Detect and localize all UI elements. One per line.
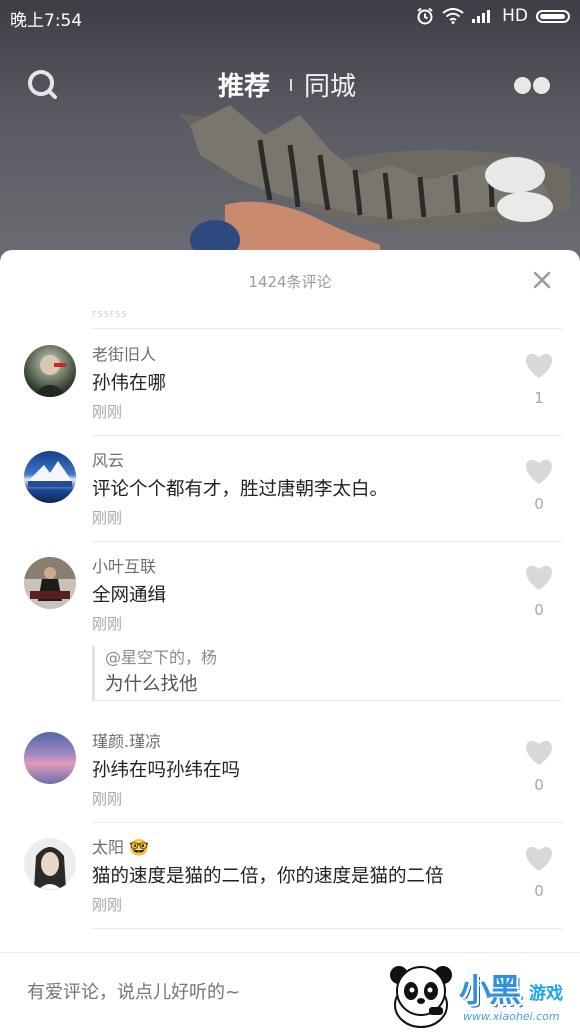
wifi-icon: [442, 8, 464, 24]
watermark-url: www.xiaohei.com: [463, 1010, 560, 1023]
watermark-brand: 小黑: [459, 971, 521, 1009]
like-button[interactable]: 0: [522, 563, 556, 619]
status-time: 晚上7:54: [10, 11, 83, 31]
like-button[interactable]: 0: [522, 844, 556, 900]
like-count: 0: [534, 776, 544, 794]
comments-header: 1424条评论: [0, 250, 580, 308]
like-count: 0: [534, 882, 544, 900]
comment-list[interactable]: F55F55 老街旧人 孙伟在哪 刚刚 1 风云 评论个个都有才，胜过唐朝李太白…: [0, 310, 580, 929]
comment-time: 刚刚: [92, 615, 123, 633]
comment-text: 猫的速度是猫的二倍，你的速度是猫的二倍: [92, 866, 444, 887]
battery-icon: [536, 9, 570, 23]
like-button[interactable]: 0: [522, 457, 556, 513]
panda-icon: [390, 966, 452, 1028]
nerd-face-emoji: 🤓: [129, 838, 150, 857]
like-button[interactable]: 1: [522, 351, 556, 407]
comment-time: 刚刚: [92, 509, 123, 527]
comment-input-bar: 小黑 游戏 www.xiaohei.com: [0, 952, 580, 1032]
comment-item[interactable]: 小叶互联 全网通缉 刚刚 0 @星空下的，杨 为什么找他: [0, 541, 580, 701]
comment-item[interactable]: 太阳 🤓 猫的速度是猫的二倍，你的速度是猫的二倍 刚刚 0: [0, 822, 580, 929]
reply-username[interactable]: @星空下的，杨: [105, 646, 563, 670]
comment-username-text[interactable]: 太阳: [92, 838, 124, 857]
comment-username[interactable]: 老街旧人: [92, 329, 480, 365]
like-button[interactable]: 0: [522, 738, 556, 794]
comment-time: 刚刚: [92, 790, 123, 808]
heart-icon: [525, 353, 553, 378]
cat-video-frame: [178, 105, 570, 265]
like-count: 1: [534, 389, 544, 407]
watermark-sub: 游戏: [529, 984, 563, 1004]
divider: [92, 700, 563, 701]
close-icon[interactable]: [532, 270, 552, 290]
search-icon[interactable]: [27, 69, 57, 99]
tab-separator: [290, 78, 293, 91]
heart-icon: [525, 846, 553, 871]
like-count: 0: [534, 601, 544, 619]
comment-time: 刚刚: [92, 896, 123, 914]
comment-text: 孙纬在吗孙纬在吗: [92, 760, 241, 781]
heart-icon: [525, 565, 553, 590]
alarm-icon: [417, 7, 433, 25]
comment-text: 评论个个都有才，胜过唐朝李太白。: [92, 479, 389, 500]
tab-local[interactable]: 同城: [304, 66, 356, 103]
tab-recommend[interactable]: 推荐: [218, 66, 270, 103]
previous-comment-tail: F55F55: [92, 310, 563, 329]
divider: [92, 928, 563, 929]
watermark-logo: 小黑 游戏 www.xiaohei.com: [385, 961, 575, 1029]
status-bar: 晚上7:54 HD: [0, 0, 580, 34]
heart-icon: [525, 740, 553, 765]
profile-dots-icon[interactable]: [514, 77, 550, 94]
comment-username[interactable]: 风云: [92, 435, 480, 471]
quoted-reply[interactable]: @星空下的，杨 为什么找他: [92, 646, 563, 700]
network-type: HD: [502, 6, 528, 26]
comment-time: 刚刚: [92, 403, 123, 421]
comment-text: 全网通缉: [92, 585, 167, 606]
comment-count-title: 1424条评论: [248, 273, 332, 291]
comment-input[interactable]: [25, 981, 359, 1004]
video-background[interactable]: 晚上7:54 HD 推荐 同城: [0, 0, 580, 270]
reply-text: 为什么找他: [105, 674, 198, 695]
comment-item[interactable]: 老街旧人 孙伟在哪 刚刚 1: [0, 329, 580, 436]
signal-icon: [472, 10, 491, 23]
comments-sheet: 1424条评论 F55F55 老街旧人 孙伟在哪 刚刚 1 风云 评论个个都有才…: [0, 250, 580, 1031]
like-count: 0: [534, 495, 544, 513]
heart-icon: [525, 459, 553, 484]
comment-username[interactable]: 太阳 🤓: [92, 822, 470, 858]
top-navigation: 推荐 同城: [0, 64, 580, 110]
comment-text: 孙伟在哪: [92, 373, 167, 394]
comment-item[interactable]: 瑾颜.瑾凉 孙纬在吗孙纬在吗 刚刚 0: [0, 716, 580, 823]
comment-item[interactable]: 风云 评论个个都有才，胜过唐朝李太白。 刚刚 0: [0, 435, 580, 542]
comment-username[interactable]: 小叶互联: [92, 541, 480, 577]
comment-username[interactable]: 瑾颜.瑾凉: [92, 716, 480, 752]
